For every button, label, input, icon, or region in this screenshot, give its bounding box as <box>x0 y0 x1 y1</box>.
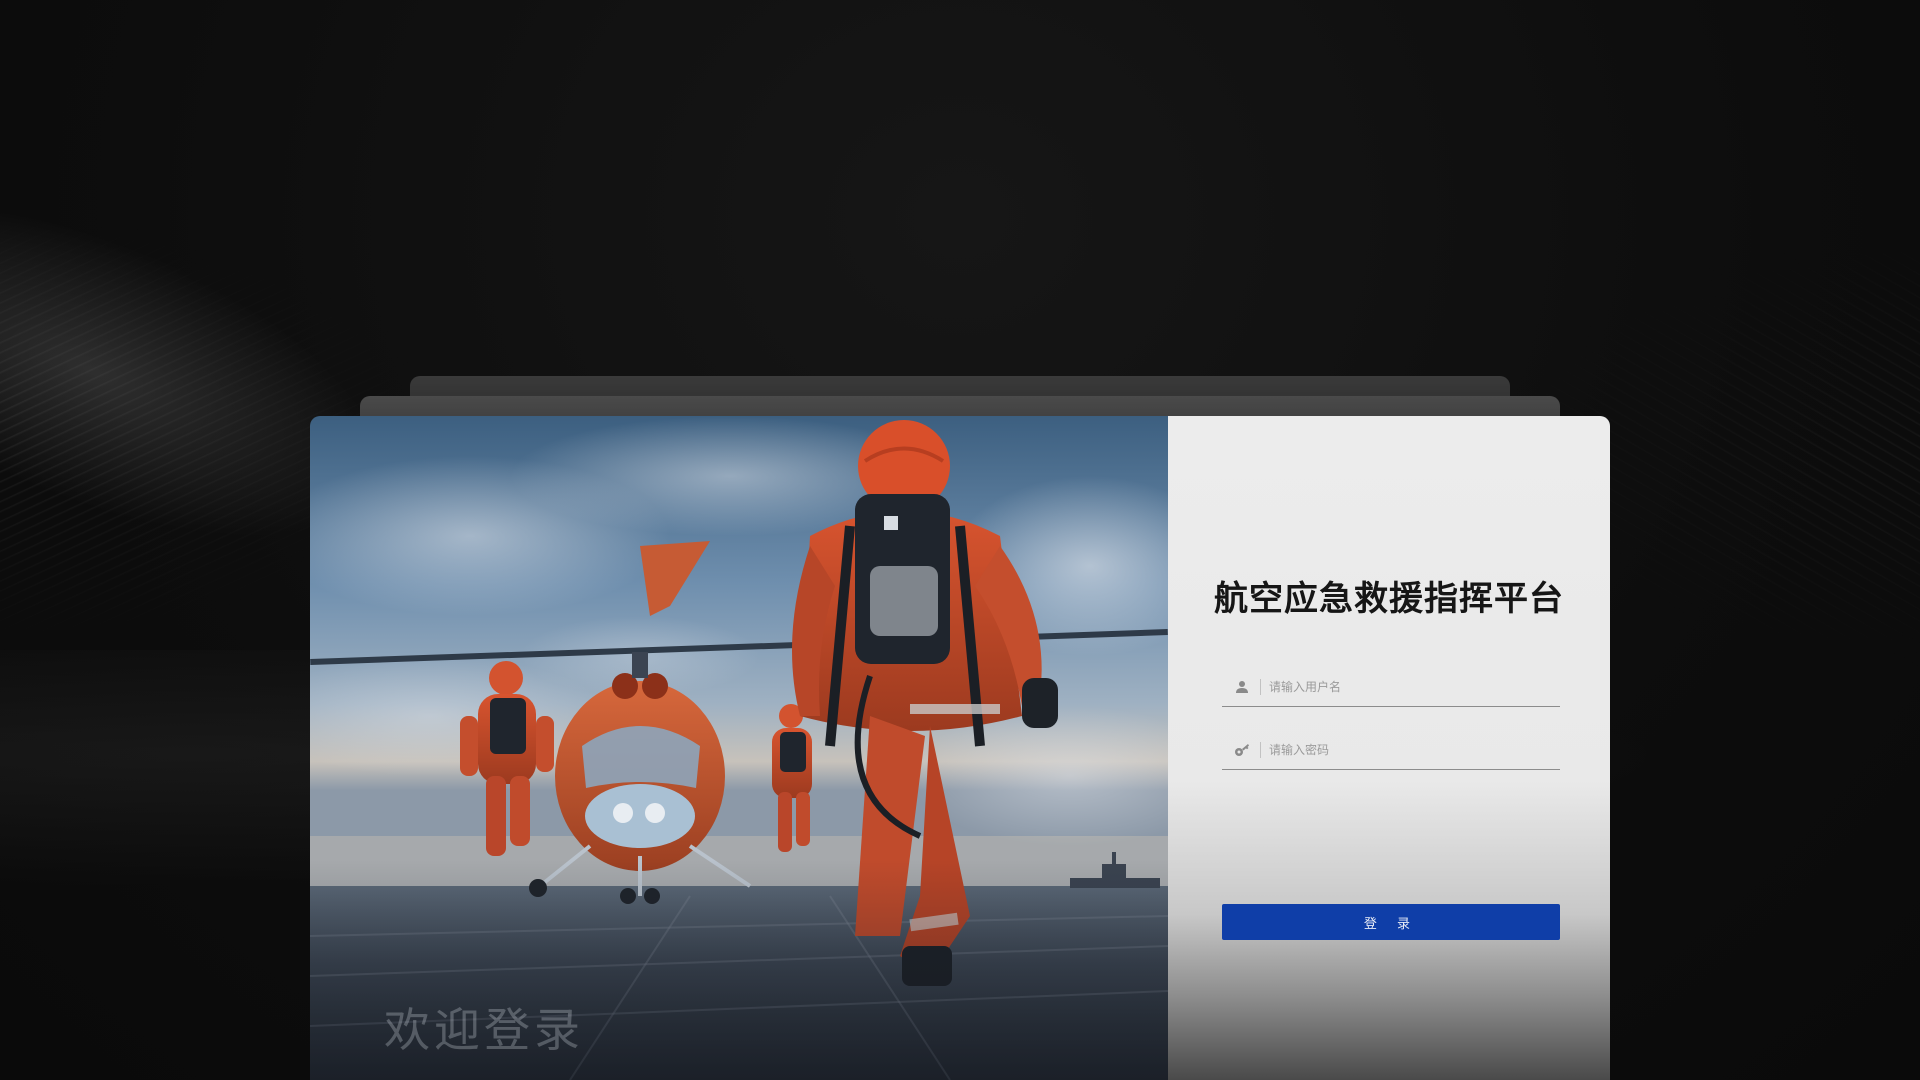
hero-image: 欢迎登录 <box>310 416 1168 1080</box>
password-input[interactable] <box>1269 743 1560 757</box>
username-input[interactable] <box>1269 680 1560 694</box>
login-button[interactable]: 登 录 <box>1222 904 1560 940</box>
welcome-text: 欢迎登录 <box>384 1003 584 1057</box>
field-separator <box>1260 679 1261 695</box>
login-page: 欢迎登录 航空应急救援指挥平台 请输入用户名 登 录 <box>0 0 1920 1080</box>
key-icon <box>1230 740 1254 760</box>
username-field[interactable] <box>1222 668 1560 707</box>
login-card: 欢迎登录 航空应急救援指挥平台 请输入用户名 登 录 <box>310 416 1610 1080</box>
platform-title: 航空应急救援指挥平台 <box>1214 579 1564 619</box>
password-field[interactable] <box>1222 731 1560 770</box>
user-icon <box>1230 677 1254 697</box>
field-separator <box>1260 742 1261 758</box>
login-panel: 航空应急救援指挥平台 请输入用户名 登 录 <box>1168 416 1610 1080</box>
